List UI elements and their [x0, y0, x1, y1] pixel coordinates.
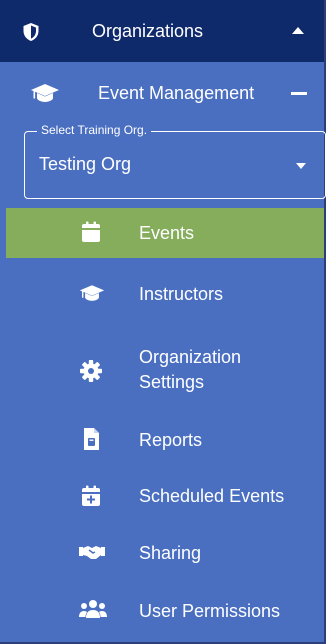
organizations-label: Organizations [92, 21, 204, 41]
training-org-value: Testing Org [39, 154, 132, 174]
nav-item-label: User Permissions [139, 601, 281, 621]
nav-item-instructors[interactable]: Instructors [6, 264, 324, 324]
graduation-cap-icon [79, 282, 105, 306]
training-org-select[interactable]: Select Training Org. Testing Org [24, 123, 326, 199]
sidebar-panel: Organizations Event Management Select Tr… [0, 0, 326, 644]
nav-item-user-permissions[interactable]: User Permissions [6, 584, 324, 638]
nav-item-label: Events [139, 223, 195, 243]
report-document-icon [79, 427, 103, 451]
collapse-icon[interactable] [291, 92, 307, 95]
nav-item-label: Instructors [139, 284, 224, 304]
nav-item-label: Sharing [139, 543, 202, 563]
chevron-up-icon[interactable] [292, 27, 304, 34]
calendar-icon [79, 220, 103, 244]
nav-item-label: Reports [139, 430, 203, 450]
nav-item-reports[interactable]: Reports [6, 414, 324, 464]
nav-item-sharing[interactable]: Sharing [6, 528, 324, 578]
nav-item-label: Organization Settings [139, 347, 242, 392]
shield-icon [22, 22, 40, 42]
nav-item-scheduled-events[interactable]: Scheduled Events [6, 470, 324, 522]
nav-item-organization-settings[interactable]: Organization Settings [6, 334, 324, 406]
graduation-cap-icon [30, 82, 60, 104]
organizations-header[interactable]: Organizations [0, 0, 324, 62]
calendar-plus-icon [79, 484, 103, 508]
nav-item-events[interactable]: Events [6, 208, 324, 258]
event-management-section[interactable]: Event Management [0, 62, 324, 126]
training-org-legend: Select Training Org. [37, 123, 152, 137]
gear-icon [79, 359, 103, 383]
chevron-down-icon[interactable] [296, 163, 306, 169]
handshake-icon [79, 541, 105, 565]
event-management-label: Event Management [98, 83, 255, 103]
users-icon [79, 598, 107, 622]
nav-item-label: Scheduled Events [139, 486, 285, 506]
